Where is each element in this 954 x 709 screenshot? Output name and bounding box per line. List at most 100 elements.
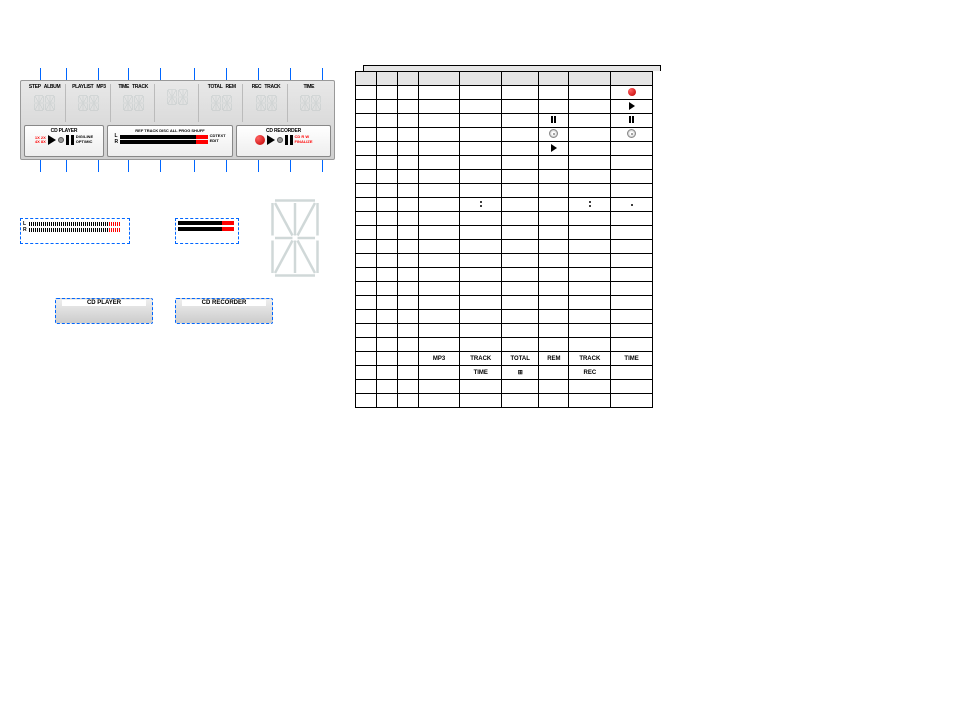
grid-cell <box>569 324 611 338</box>
grid-cell <box>611 128 653 142</box>
segment-character-large <box>270 198 320 274</box>
grid-cell <box>376 338 397 352</box>
grid-cell <box>569 100 611 114</box>
grid-cell <box>502 282 539 296</box>
grid-cell <box>611 324 653 338</box>
grid-cell <box>397 352 418 366</box>
grid-cell <box>460 100 502 114</box>
grid-cell <box>569 114 611 128</box>
grid-cell <box>376 212 397 226</box>
grid-cell <box>418 338 460 352</box>
grid-cell <box>376 142 397 156</box>
grid-cell <box>460 324 502 338</box>
table-row <box>356 226 653 240</box>
grid-cell <box>356 324 377 338</box>
grid-cell <box>502 212 539 226</box>
play-icon[interactable] <box>48 135 56 145</box>
grid-cell <box>356 282 377 296</box>
level-meter: REF TRACK DISC ALL PROG SHUFF L R CDTEXT <box>107 125 233 157</box>
grid-cell <box>569 226 611 240</box>
grid-cell <box>356 114 377 128</box>
disc-icon <box>549 129 558 138</box>
grid-cell <box>376 86 397 100</box>
grid-cell <box>397 156 418 170</box>
grid-cell <box>397 366 418 380</box>
table-row: TIME⊞REC <box>356 366 653 380</box>
grid-cell <box>460 114 502 128</box>
grid-cell <box>418 156 460 170</box>
segment-group-6: TIME <box>290 84 331 122</box>
grid-cell <box>569 86 611 100</box>
grid-cell <box>356 380 377 394</box>
grid-cell <box>356 296 377 310</box>
play-icon[interactable] <box>267 135 275 145</box>
grid-cell <box>502 240 539 254</box>
grid-cell <box>539 254 569 268</box>
grid-cell <box>418 254 460 268</box>
table-row <box>356 72 653 86</box>
grid-cell: REM <box>539 352 569 366</box>
grid-cell <box>356 156 377 170</box>
grid-cell <box>418 282 460 296</box>
grid-cell <box>460 254 502 268</box>
grid-cell <box>418 100 460 114</box>
grid-cell <box>569 268 611 282</box>
grid-cell <box>376 282 397 296</box>
grid-cell <box>611 254 653 268</box>
grid-cell <box>418 170 460 184</box>
grid-cell <box>356 268 377 282</box>
grid-cell <box>460 198 502 212</box>
grid-cell <box>460 226 502 240</box>
detached-cd-recorder-box[interactable]: CD RECORDER <box>175 298 273 324</box>
grid-cell <box>539 296 569 310</box>
segment-group-1: PLAYLISTMP3 <box>68 84 110 122</box>
grid-cell: MP3 <box>418 352 460 366</box>
grid-cell <box>539 156 569 170</box>
grid-cell <box>460 296 502 310</box>
grid-cell <box>460 282 502 296</box>
table-row <box>356 282 653 296</box>
pause-icon[interactable] <box>285 135 293 145</box>
grid-cell <box>569 72 611 86</box>
segment-digit <box>89 90 99 116</box>
grid-cell <box>356 352 377 366</box>
grid-cell <box>569 338 611 352</box>
pause-icon[interactable] <box>66 135 74 145</box>
grid-cell <box>397 268 418 282</box>
grid-cell <box>356 170 377 184</box>
record-icon[interactable] <box>255 135 265 145</box>
segment-digit <box>45 90 55 116</box>
cd-recorder-control[interactable]: CD RECORDER CD R W FINALIZE <box>236 125 331 157</box>
grid-cell <box>502 184 539 198</box>
grid-cell <box>397 240 418 254</box>
table-row <box>356 114 653 128</box>
grid-cell <box>539 212 569 226</box>
grid-cell <box>502 86 539 100</box>
segment-group-4: TOTALREM <box>201 84 243 122</box>
grid-cell <box>460 128 502 142</box>
grid-cell <box>418 142 460 156</box>
table-row <box>356 394 653 408</box>
grid-cell <box>611 268 653 282</box>
table-row <box>356 156 653 170</box>
table-row <box>356 268 653 282</box>
grid-cell <box>539 310 569 324</box>
dot-icon <box>631 204 633 206</box>
grid-cell <box>502 310 539 324</box>
grid-cell <box>356 254 377 268</box>
grid-cell <box>539 142 569 156</box>
grid-cell <box>502 128 539 142</box>
cd-player-title: CD PLAYER <box>51 128 78 134</box>
grid-cell <box>611 198 653 212</box>
cd-recorder-title: CD RECORDER <box>266 128 301 134</box>
detached-level-meter-small <box>175 218 239 244</box>
grid-cell: ⊞ <box>502 366 539 380</box>
table-row <box>356 170 653 184</box>
detached-cd-player-box[interactable]: CD PLAYER <box>55 298 153 324</box>
grid-cell <box>539 72 569 86</box>
segment-digit <box>300 90 310 116</box>
grid-cell <box>356 366 377 380</box>
detached-level-meter: L R <box>20 218 130 244</box>
grid-cell <box>502 100 539 114</box>
cd-player-control[interactable]: CD PLAYER 1X 2X 4X 8X DIG/LINE OPT/MIC <box>24 125 104 157</box>
